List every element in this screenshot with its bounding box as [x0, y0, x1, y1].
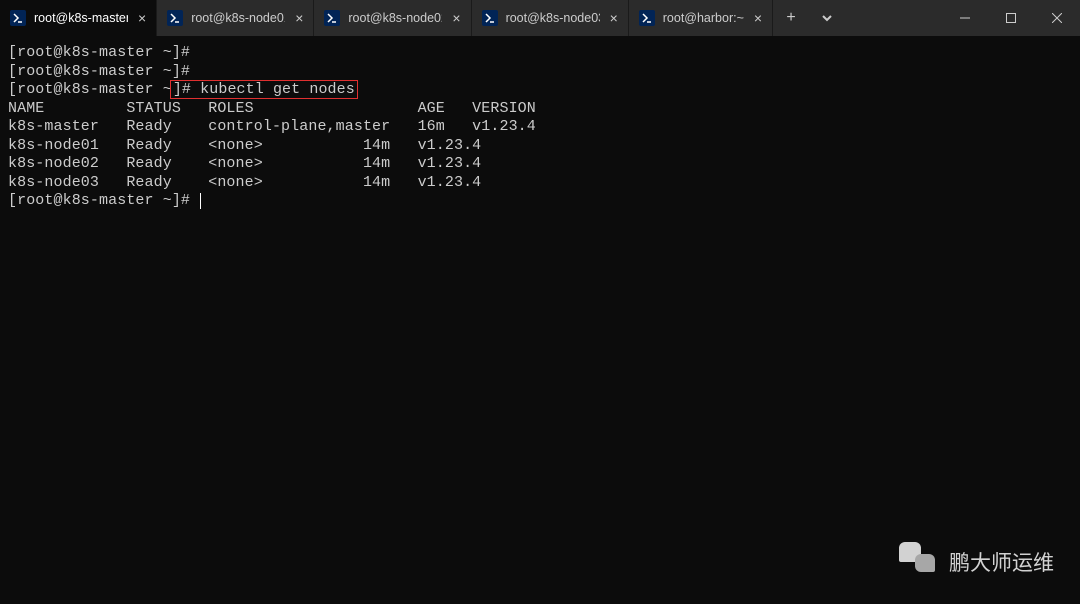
powershell-icon [10, 10, 26, 26]
tab-4[interactable]: root@harbor:~ × [629, 0, 773, 36]
tab-2[interactable]: root@k8s-node02:~ × [314, 0, 471, 36]
tab-close-button[interactable]: × [293, 11, 305, 25]
tab-3[interactable]: root@k8s-node03:~ × [472, 0, 629, 36]
table-row: k8s-node01 Ready <none> 14m v1.23.4 [8, 137, 1072, 156]
table-row: k8s-node03 Ready <none> 14m v1.23.4 [8, 174, 1072, 193]
command-text: kubectl get nodes [200, 81, 355, 98]
maximize-icon [1006, 13, 1016, 23]
new-tab-button[interactable]: + [773, 0, 809, 36]
tab-1[interactable]: root@k8s-node01:~ × [157, 0, 314, 36]
shell-prompt: [root@k8s-master ~ [8, 81, 172, 98]
minimize-button[interactable] [942, 0, 988, 36]
window-titlebar: root@k8s-master:~×root@k8s-node01:~×root… [0, 0, 1080, 36]
wechat-icon [899, 542, 939, 582]
tab-menu-button[interactable] [809, 0, 845, 36]
cursor [200, 193, 201, 209]
maximize-button[interactable] [988, 0, 1034, 36]
close-button[interactable] [1034, 0, 1080, 36]
tab-close-button[interactable]: × [752, 11, 764, 25]
tab-0[interactable]: root@k8s-master:~ × [0, 0, 157, 36]
command-highlight: ]# kubectl get nodes [170, 80, 358, 99]
tab-close-button[interactable]: × [608, 11, 620, 25]
watermark-text: 鹏大师运维 [949, 547, 1054, 577]
table-row: k8s-master Ready control-plane,master 16… [8, 118, 1072, 137]
tab-close-button[interactable]: × [136, 11, 148, 25]
powershell-icon [482, 10, 498, 26]
tab-title: root@k8s-master:~ [34, 11, 128, 25]
close-icon [1052, 13, 1062, 23]
tab-strip: root@k8s-master:~×root@k8s-node01:~×root… [0, 0, 773, 36]
tab-title: root@k8s-node03:~ [506, 11, 600, 25]
powershell-icon [639, 10, 655, 26]
watermark: 鹏大师运维 [899, 542, 1054, 582]
minimize-icon [960, 13, 970, 23]
powershell-icon [324, 10, 340, 26]
tab-title: root@k8s-node02:~ [348, 11, 442, 25]
table-header: NAME STATUS ROLES AGE VERSION [8, 100, 1072, 119]
shell-prompt: [root@k8s-master ~]# [8, 63, 190, 80]
chevron-down-icon [821, 12, 833, 24]
terminal-output[interactable]: [root@k8s-master ~]#[root@k8s-master ~]#… [0, 36, 1080, 219]
table-row: k8s-node02 Ready <none> 14m v1.23.4 [8, 155, 1072, 174]
tab-title: root@k8s-node01:~ [191, 11, 285, 25]
prompt-line: [root@k8s-master ~]# [8, 44, 1072, 63]
command-line: [root@k8s-master ~]# kubectl get nodes [8, 81, 1072, 100]
window-controls [942, 0, 1080, 36]
tab-close-button[interactable]: × [450, 11, 462, 25]
prompt-line: [root@k8s-master ~]# [8, 192, 1072, 211]
prompt-line: [root@k8s-master ~]# [8, 63, 1072, 82]
tab-title: root@harbor:~ [663, 11, 744, 25]
powershell-icon [167, 10, 183, 26]
shell-prompt: [root@k8s-master ~]# [8, 44, 190, 61]
shell-prompt: [root@k8s-master ~]# [8, 192, 190, 209]
